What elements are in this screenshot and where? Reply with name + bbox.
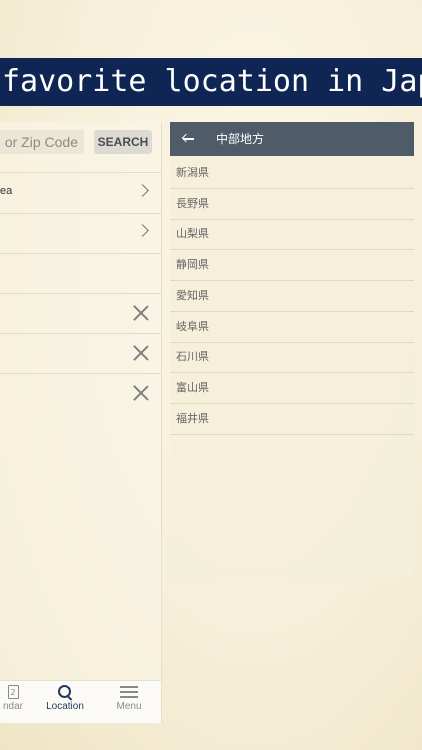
- prefecture-label: 福井県: [176, 411, 209, 425]
- saved-location-row[interactable]: [0, 333, 161, 374]
- close-icon[interactable]: [133, 345, 149, 361]
- chevron-right-icon: [136, 184, 149, 197]
- search-input-placeholder: or Zip Code: [4, 134, 78, 150]
- prefecture-item[interactable]: 山梨県: [170, 219, 414, 251]
- tab-menu[interactable]: Menu: [104, 685, 154, 712]
- tab-location[interactable]: Location: [40, 685, 90, 712]
- prefecture-item[interactable]: 長野県: [170, 189, 414, 220]
- tab-calendar[interactable]: 2 ndar: [0, 685, 38, 712]
- location-search-panel: or Zip Code SEARCH ea: [0, 122, 162, 722]
- list-item-label: ea: [0, 185, 13, 197]
- saved-location-row[interactable]: [0, 373, 161, 413]
- prefecture-item[interactable]: 岐阜県: [170, 312, 414, 343]
- saved-location-row[interactable]: [0, 293, 161, 334]
- menu-icon: [120, 685, 138, 699]
- prefecture-label: 富山県: [176, 380, 209, 394]
- back-arrow-icon[interactable]: [182, 132, 194, 146]
- banner-text: favorite location in Japan: [2, 64, 422, 99]
- prefecture-label: 新潟県: [176, 166, 209, 179]
- search-button[interactable]: SEARCH: [94, 130, 152, 154]
- region-header: 中部地方: [170, 122, 414, 156]
- list-item: [0, 253, 161, 294]
- tab-label: ndar: [2, 701, 23, 712]
- search-icon: [58, 685, 72, 699]
- tab-label: Location: [46, 701, 84, 712]
- chevron-right-icon: [136, 224, 149, 237]
- prefecture-item[interactable]: 石川県: [170, 342, 414, 374]
- bottom-tab-bar: 2 ndar Location Menu: [0, 680, 161, 723]
- title-banner: favorite location in Japan: [0, 58, 422, 106]
- prefecture-item[interactable]: 富山県: [170, 373, 414, 404]
- list-item[interactable]: [0, 213, 161, 254]
- prefecture-label: 長野県: [176, 196, 209, 210]
- prefecture-label: 岐阜県: [176, 319, 209, 333]
- prefecture-label: 石川県: [176, 350, 209, 364]
- calendar-icon: 2: [7, 685, 19, 699]
- tab-label: Menu: [116, 701, 142, 712]
- close-icon[interactable]: [133, 305, 149, 321]
- prefecture-item[interactable]: 静岡県: [170, 250, 414, 282]
- prefecture-label: 静岡県: [176, 258, 209, 272]
- zip-code-search-input[interactable]: or Zip Code: [0, 130, 84, 154]
- region-prefecture-panel: 中部地方 新潟県長野県山梨県静岡県愛知県岐阜県石川県富山県福井県: [170, 122, 414, 578]
- search-row: or Zip Code SEARCH: [0, 130, 161, 154]
- region-title: 中部地方: [216, 132, 265, 146]
- prefecture-item[interactable]: 愛知県: [170, 281, 414, 312]
- prefecture-label: 山梨県: [176, 227, 209, 241]
- prefecture-label: 愛知県: [176, 288, 209, 302]
- list-item-area[interactable]: ea: [0, 172, 161, 214]
- prefecture-item[interactable]: 新潟県: [170, 158, 414, 189]
- close-icon[interactable]: [133, 385, 149, 401]
- prefecture-item[interactable]: 福井県: [170, 404, 414, 435]
